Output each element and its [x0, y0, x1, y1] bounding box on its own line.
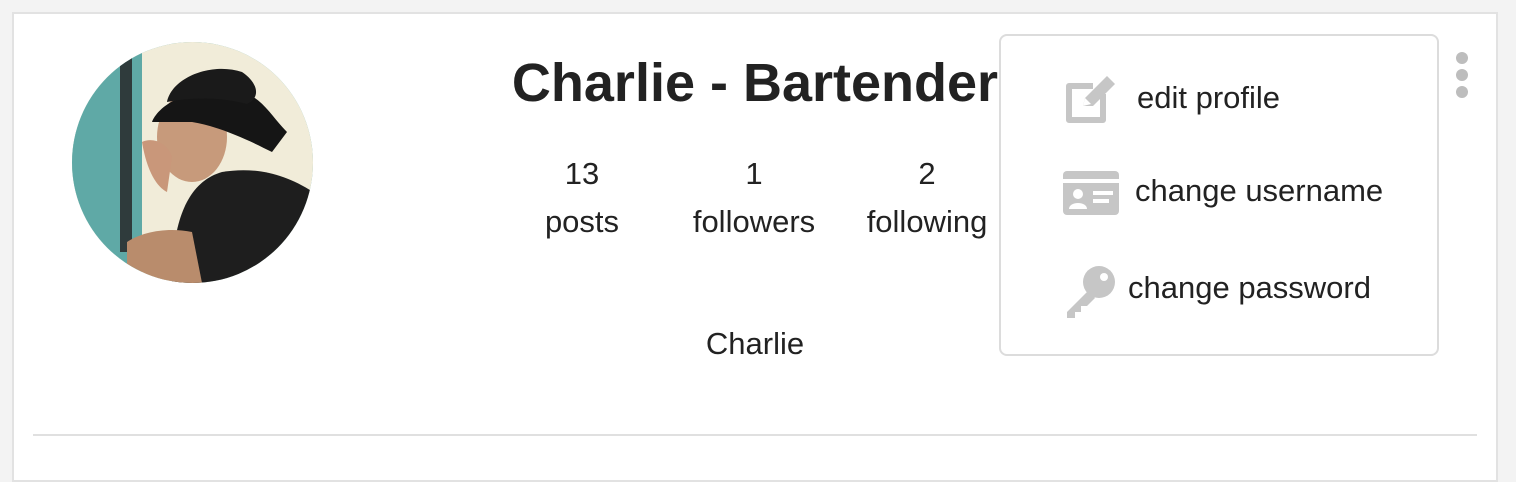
- profile-options-menu: edit profile change username change pass…: [999, 34, 1439, 356]
- stat-followers-count: 1: [745, 156, 763, 191]
- stat-followers[interactable]: 1 followers: [669, 152, 839, 244]
- kebab-dot-icon: [1456, 86, 1468, 98]
- stat-following-label: following: [866, 204, 988, 239]
- avatar[interactable]: [72, 42, 313, 283]
- id-card-icon: [1061, 163, 1121, 223]
- stat-following[interactable]: 2 following: [842, 152, 1012, 244]
- menu-item-edit-profile-label: edit profile: [1137, 80, 1281, 115]
- edit-icon: [1061, 70, 1121, 130]
- kebab-dot-icon: [1456, 52, 1468, 64]
- stat-posts-count: 13: [564, 156, 600, 191]
- menu-item-change-username-label: change username: [1135, 173, 1384, 208]
- stat-posts[interactable]: 13 posts: [497, 152, 667, 244]
- divider: [33, 434, 1477, 436]
- profile-name: Charlie - Bartender: [511, 53, 999, 113]
- menu-item-edit-profile[interactable]: edit profile: [1001, 58, 1437, 138]
- profile-bio: Charlie: [705, 326, 805, 361]
- stat-followers-label: followers: [692, 204, 816, 239]
- stat-following-count: 2: [918, 156, 936, 191]
- avatar-photo: [72, 42, 313, 283]
- key-icon: [1061, 260, 1121, 320]
- more-options-button[interactable]: [1446, 50, 1478, 100]
- kebab-dot-icon: [1456, 69, 1468, 81]
- menu-item-change-password[interactable]: change password: [1001, 248, 1437, 328]
- menu-item-change-password-label: change password: [1128, 270, 1371, 305]
- menu-item-change-username[interactable]: change username: [1001, 153, 1437, 233]
- stat-posts-label: posts: [544, 204, 620, 239]
